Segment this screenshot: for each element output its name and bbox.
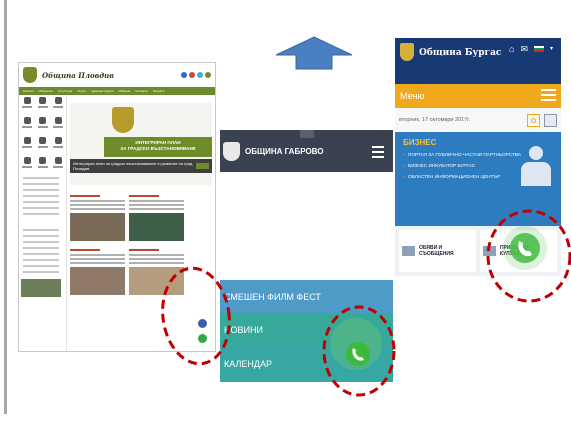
social-icon[interactable] <box>181 72 187 78</box>
search-icon[interactable] <box>527 113 540 127</box>
news-image[interactable] <box>129 213 184 241</box>
tile-label: ОБЯВИ И СЪОБЩЕНИЯ <box>419 245 454 257</box>
tiles: ОБЯВИ И СЪОБЩЕНИЯ ПРИЗИВ НА КУЛУВАНА <box>395 226 561 276</box>
plovdiv-title: Община Пловдив <box>42 70 114 80</box>
nav-item[interactable]: Структура <box>58 89 72 93</box>
plovdiv-header: Община Пловдив <box>19 63 215 87</box>
crest-icon <box>223 142 240 161</box>
burgas-screenshot: Община Бургас ⌂ ✉ ▾ Меню вторник, 17 окт… <box>395 38 561 286</box>
gabrovo-screenshot: ОБЩИНА ГАБРОВО СМЕШЕН ФИЛМ ФЕСТ НОВИНИ К… <box>220 130 393 382</box>
plovdiv-main: ИНТЕГРИРАН ПЛАН ЗА ГРАДСКО ВЪЗСТАНОВЯВАН… <box>67 95 215 351</box>
nav-item[interactable]: Услуги <box>77 89 86 93</box>
news-image[interactable] <box>129 267 184 295</box>
menu-label: Меню <box>400 91 425 101</box>
social-icon[interactable] <box>189 72 195 78</box>
service-icon[interactable] <box>37 157 49 172</box>
plovdiv-screenshot: Община Пловдив Начало Общинска Структура… <box>18 62 216 352</box>
menu-label: НОВИНИ <box>224 324 263 335</box>
calendar-icon[interactable] <box>544 113 557 127</box>
business-link[interactable]: ПОРТАЛ ЗА ПУБЛИЧНО-ЧАСТНИ ПАРТНЬОРСТВА <box>403 152 521 158</box>
menu-label: СМЕШЕН ФИЛМ ФЕСТ <box>224 291 321 302</box>
burgas-header: Община Бургас ⌂ ✉ ▾ <box>395 38 561 84</box>
tile-announcements[interactable]: ОБЯВИ И СЪОБЩЕНИЯ <box>399 230 476 272</box>
social-icons <box>181 72 211 78</box>
nav-item[interactable]: Общинска <box>38 89 52 93</box>
mail-icon[interactable]: ✉ <box>520 44 528 54</box>
nav-item[interactable]: Администрация <box>91 89 113 93</box>
nav-item[interactable]: Проекти <box>153 89 165 93</box>
burgas-menu-bar[interactable]: Меню <box>395 84 561 108</box>
social-icon[interactable] <box>197 72 203 78</box>
service-icon[interactable] <box>37 117 49 132</box>
chat-bubble-icon[interactable] <box>198 319 207 328</box>
hamburger-icon[interactable] <box>541 88 556 104</box>
service-icon[interactable] <box>52 97 64 112</box>
hero-button[interactable] <box>196 163 209 169</box>
sidebar-links <box>21 229 64 273</box>
chevron-down-icon[interactable]: ▾ <box>550 44 553 54</box>
nav-item[interactable]: Изборни <box>118 89 130 93</box>
header-icons: ⌂ ✉ ▾ <box>509 44 553 54</box>
date-bar: вторник, 17 октомври 2017г. <box>395 108 561 132</box>
sidebar-links <box>21 177 64 215</box>
news-card[interactable] <box>70 195 125 241</box>
flag-icon[interactable] <box>533 45 544 53</box>
left-divider <box>4 0 7 414</box>
nav-item[interactable]: Начало <box>23 89 33 93</box>
service-icon[interactable] <box>21 117 33 132</box>
service-icon[interactable] <box>37 137 49 152</box>
nav-item[interactable]: Контакти <box>135 89 147 93</box>
crest-icon <box>112 107 134 133</box>
banner-line: ЗА ГРАДСКО ВЪЗСТАНОВЯВАНЕ <box>120 146 196 151</box>
person-icon <box>483 246 496 256</box>
service-icon[interactable] <box>52 117 64 132</box>
tile-call[interactable]: ПРИЗИВ НА КУЛУВАНА <box>480 230 557 272</box>
business-link[interactable]: ОБЛАСТЕН ИНФОРМАЦИОНЕН ЦЕНТЪР <box>403 174 521 180</box>
hero-caption: Интегриран план за градско възстановяван… <box>70 159 212 173</box>
chevron-down-icon[interactable] <box>300 130 314 138</box>
burgas-title: Община Бургас <box>419 48 502 58</box>
sidebar-thumbnail[interactable] <box>21 279 61 297</box>
business-link[interactable]: БИЗНЕС ИНКУБАТОР БУРГАС <box>403 163 521 169</box>
news-card[interactable] <box>129 195 184 241</box>
plovdiv-hero: ИНТЕГРИРАН ПЛАН ЗА ГРАДСКО ВЪЗСТАНОВЯВАН… <box>70 103 212 185</box>
arrow-up-icon <box>275 36 353 70</box>
businessman-icon <box>521 146 551 190</box>
tile-label: ПРИЗИВ НА КУЛУВАНА <box>500 245 530 257</box>
phone-icon[interactable] <box>198 334 207 343</box>
menu-label: КАЛЕНДАР <box>224 359 272 369</box>
crest-icon <box>23 67 37 83</box>
gabrovo-header: ОБЩИНА ГАБРОВО <box>220 130 393 172</box>
gabrovo-content <box>220 172 393 280</box>
gabrovo-menu-item[interactable]: СМЕШЕН ФИЛМ ФЕСТ <box>220 280 393 313</box>
news-image[interactable] <box>70 267 125 295</box>
hamburger-icon[interactable] <box>372 146 384 161</box>
current-date: вторник, 17 октомври 2017г. <box>399 117 471 123</box>
home-icon[interactable]: ⌂ <box>509 44 514 54</box>
hero-banner[interactable]: ИНТЕГРИРАН ПЛАН ЗА ГРАДСКО ВЪЗСТАНОВЯВАН… <box>104 137 212 157</box>
service-icon[interactable] <box>52 137 64 152</box>
news-cards <box>70 249 212 295</box>
service-icon[interactable] <box>52 157 64 172</box>
gabrovo-title: ОБЩИНА ГАБРОВО <box>245 147 324 156</box>
service-icon[interactable] <box>21 157 33 172</box>
news-cards <box>70 195 212 241</box>
megaphone-icon <box>402 246 415 256</box>
news-image[interactable] <box>70 213 125 241</box>
news-card[interactable] <box>70 249 125 295</box>
business-section: БИЗНЕС ПОРТАЛ ЗА ПУБЛИЧНО-ЧАСТНИ ПАРТНЬО… <box>395 132 561 226</box>
service-icon[interactable] <box>21 97 33 112</box>
social-icon[interactable] <box>205 72 211 78</box>
service-icon[interactable] <box>37 97 49 112</box>
service-icon[interactable] <box>21 137 33 152</box>
plovdiv-sidebar <box>19 95 67 351</box>
phone-glow <box>330 318 382 370</box>
crest-icon <box>400 43 414 61</box>
hero-caption-text: Интегриран план за градско възстановяван… <box>73 161 193 171</box>
plovdiv-nav: Начало Общинска Структура Услуги Админис… <box>19 87 215 95</box>
news-card[interactable] <box>129 249 184 295</box>
